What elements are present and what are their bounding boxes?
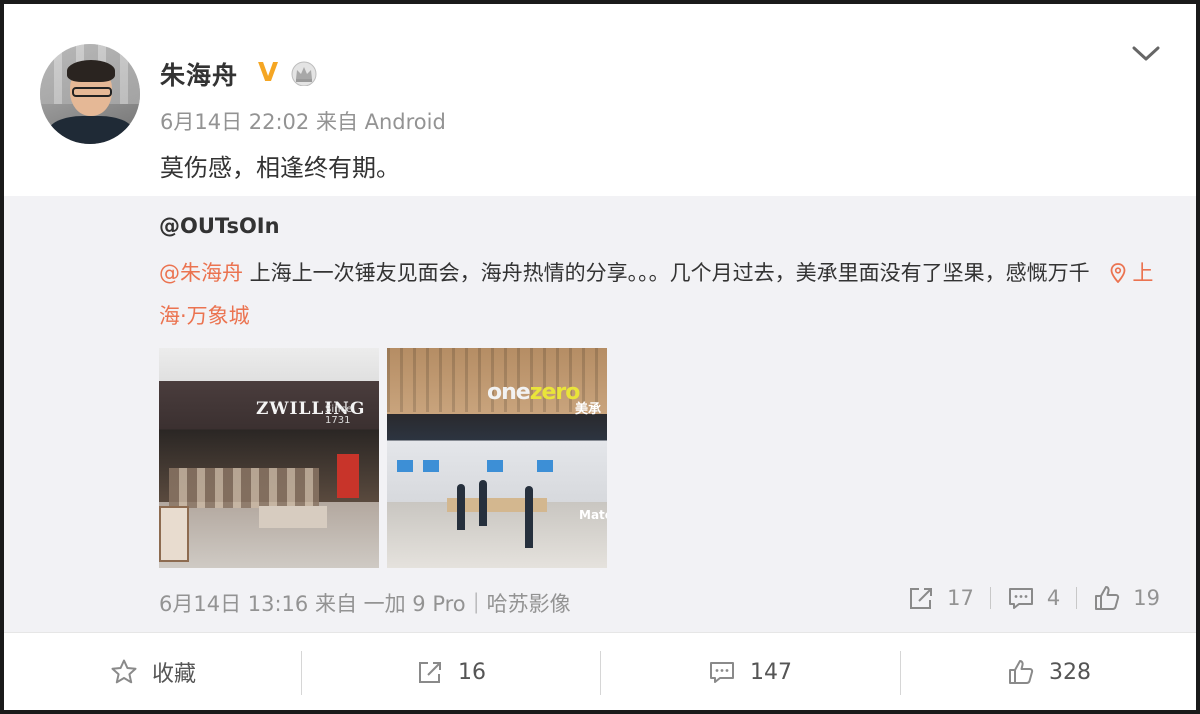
star-icon [111,659,137,684]
repost-actions: 17 4 19 [907,584,1160,612]
like-count: 328 [1049,659,1091,685]
share-icon [910,588,933,609]
post-meta: 6月14日 22:02 来自 Android [160,110,446,134]
repost-block[interactable]: @OUTsOIn @朱海舟 上海上一次锤友见面会，海舟热情的分享。。。几个月过去… [4,196,1196,632]
store-tag: Mate4 [579,508,607,522]
comment-icon [710,662,734,683]
repost-share-count: 17 [947,586,974,610]
like-icon [1009,660,1034,684]
repost-comment-count: 4 [1046,586,1061,610]
post-text: 莫伤感，相逢终有期。 [160,154,400,182]
store-sign-extra: Since 1731 [325,404,353,426]
favorite-label: 收藏 [151,662,196,687]
store-logo-cn: 美承 [575,402,602,417]
action-toolbar: 收藏 16 147 328 [4,632,1196,710]
share-count: 16 [458,659,486,685]
verified-badge: V [258,58,279,88]
repost-comment-button[interactable]: 4 [1007,584,1060,612]
chevron-down-icon[interactable] [1130,42,1162,66]
comment-icon [1008,588,1033,609]
share-icon [419,662,441,683]
repost-share-button[interactable]: 17 [907,584,974,612]
comment-count: 147 [750,659,792,685]
like-icon [1095,586,1120,610]
repost-like-count: 19 [1133,586,1160,610]
weibo-post-card: 朱海舟 V 6月14日 22:02 来自 Android 莫伤感，相逢终有期。 … [4,4,1196,710]
photo-thumbnail[interactable]: onezero 美承 Mate4 [387,348,607,568]
repost-body: 上海上一次锤友见面会，海舟热情的分享。。。几个月过去，美承里面没有了坚果，感慨万… [243,261,1090,285]
author-name[interactable]: 朱海舟 [160,56,238,92]
comment-button[interactable]: 147 [601,633,899,710]
repost-text: @朱海舟 上海上一次锤友见面会，海舟热情的分享。。。几个月过去，美承里面没有了坚… [159,252,1169,338]
repost-username[interactable]: @OUTsOIn [159,214,280,238]
favorite-button[interactable]: 收藏 [4,633,302,710]
crown-icon [291,61,317,86]
avatar[interactable] [40,44,140,144]
store-logo: onezero [487,380,580,405]
share-button[interactable]: 16 [302,633,600,710]
photo-thumbnail[interactable]: ZWILLING Since 1731 [159,348,379,568]
location-pin-icon [1110,263,1126,283]
repost-meta: 6月14日 13:16 来自 一加 9 Pro｜哈苏影像 [159,592,571,616]
like-button[interactable]: 328 [900,633,1196,710]
repost-like-button[interactable]: 19 [1093,584,1160,612]
mention-link[interactable]: @朱海舟 [159,261,243,285]
